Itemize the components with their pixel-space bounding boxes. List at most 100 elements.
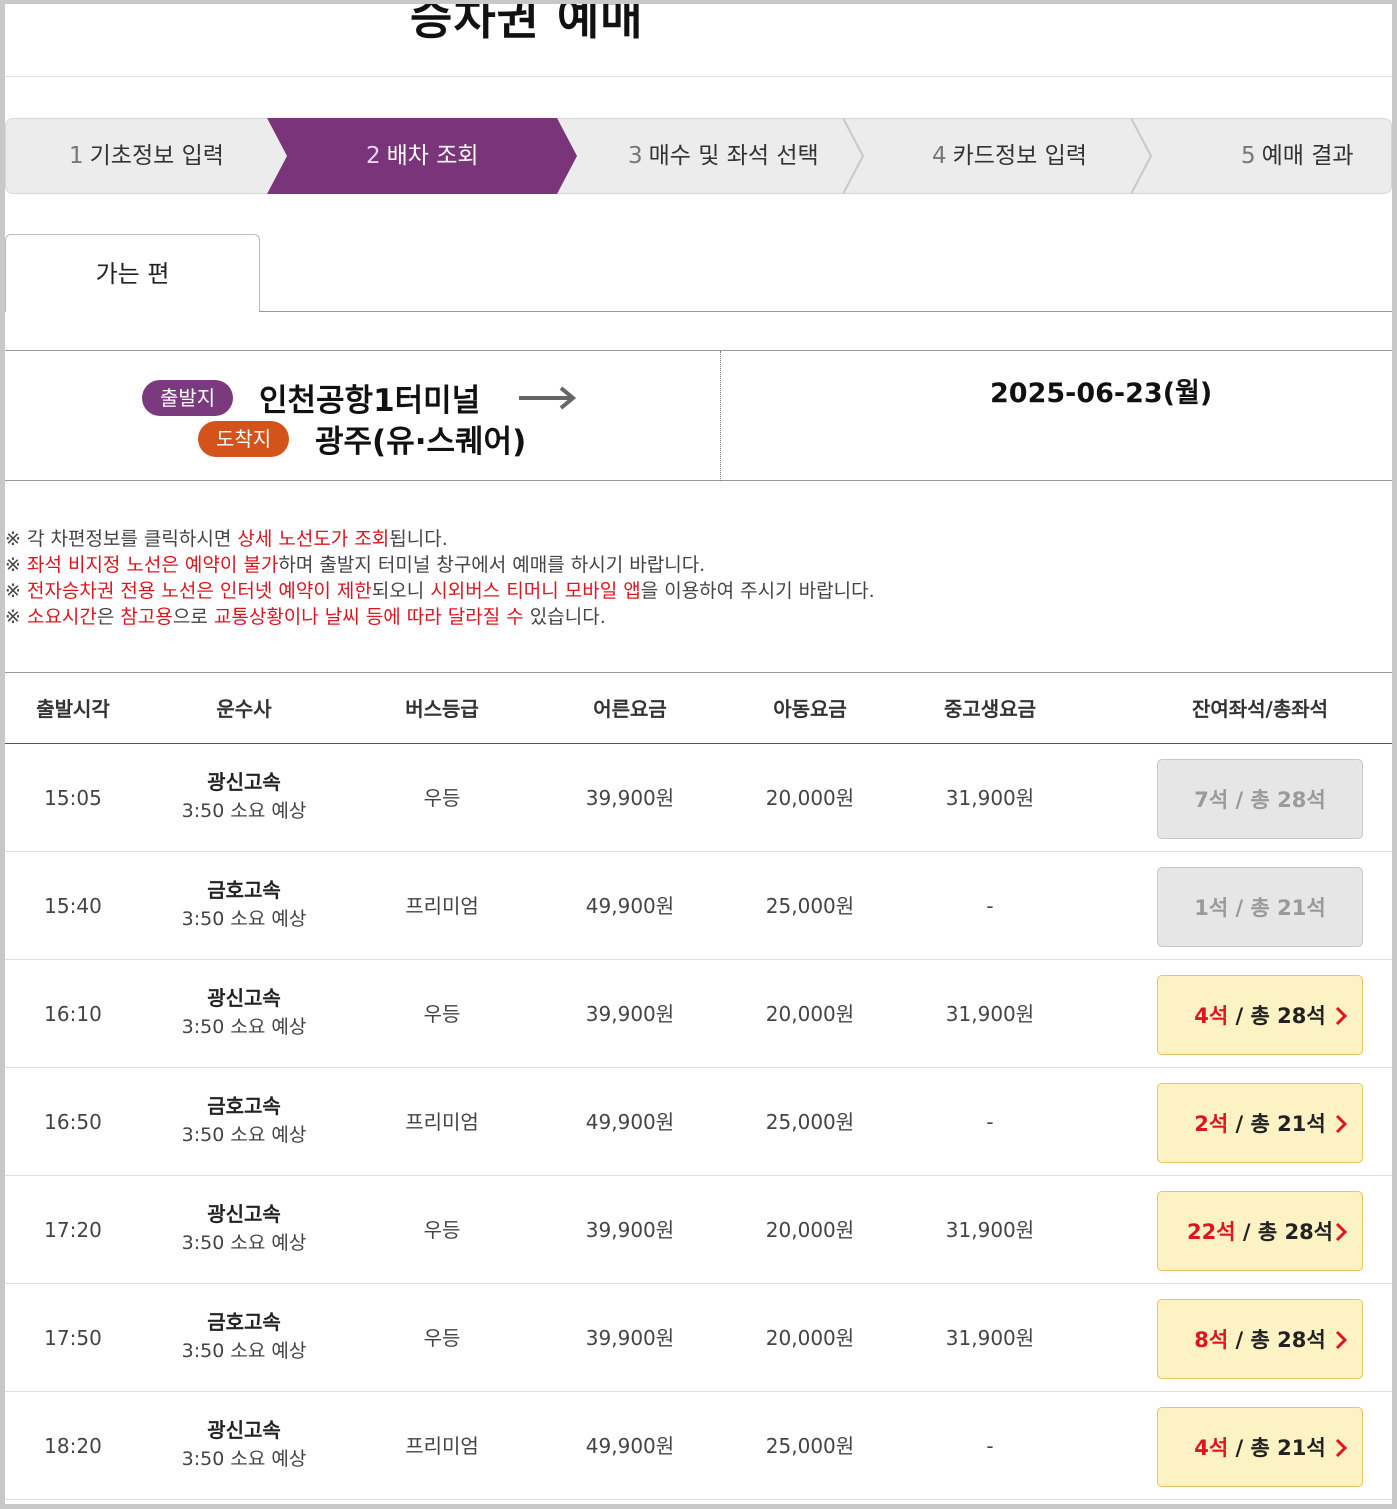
bus-company: 광신고속 3:50 소요 예상: [182, 984, 307, 1042]
company-name: 광신고속: [207, 1418, 281, 1442]
tab-outbound[interactable]: 가는 편: [5, 234, 260, 312]
remaining-seats: 4석: [1194, 1004, 1229, 1028]
select-seats-button[interactable]: 22석 / 총 28석: [1157, 1191, 1363, 1271]
notice-text: ※: [5, 580, 27, 602]
step-2-active: 2 배차 조회: [366, 143, 479, 169]
table-row[interactable]: 16:50 금호고속 3:50 소요 예상 프리미엄 49,900원 25,000원 - 2석…: [5, 1068, 1392, 1176]
bus-company: 금호고속 3:50 소요 예상: [182, 876, 307, 934]
route-divider: [720, 351, 721, 481]
child-fare: 20,000원: [765, 786, 855, 810]
bus-company: 금호고속 3:50 소요 예상: [182, 1308, 307, 1366]
notice-highlight: 시외버스 티머니 모바일 앱: [430, 580, 641, 602]
child-fare: 20,000원: [765, 1218, 855, 1242]
child-fare: 25,000원: [765, 894, 855, 918]
departure-time: 16:50: [44, 1110, 102, 1134]
total-seats: / 총 28석: [1228, 1004, 1326, 1028]
chevron-right-icon: [1335, 1330, 1348, 1350]
table-row[interactable]: 18:20 광신고속 3:50 소요 예상 프리미엄 49,900원 25,000원 - 4석…: [5, 1392, 1392, 1500]
header-adult-fare: 어른요금: [593, 697, 667, 721]
remaining-seats: 1석: [1194, 896, 1229, 920]
bus-company: 광신고속 3:50 소요 예상: [182, 1200, 307, 1258]
travel-duration: 3:50 소요 예상: [181, 908, 307, 930]
bus-grade: 프리미엄: [405, 1110, 479, 1134]
bus-company: 광신고속 3:50 소요 예상: [182, 768, 307, 826]
header-seats: 잔여좌석/총좌석: [1191, 697, 1329, 721]
student-fare: 31,900원: [945, 1002, 1035, 1026]
bus-grade: 프리미엄: [405, 1434, 479, 1458]
notice-line: ※ 좌석 비지정 노선은 예약이 불가하며 출발지 터미널 창구에서 예매를 하…: [5, 552, 875, 578]
bus-grade: 우등: [423, 1326, 461, 1350]
notice-text: ※: [5, 606, 27, 628]
seats-unavailable-button: 1석 / 총 21석: [1157, 867, 1363, 947]
table-row[interactable]: 17:20 광신고속 3:50 소요 예상 우등 39,900원 20,000원 31,90…: [5, 1176, 1392, 1284]
total-seats: / 총 21석: [1228, 896, 1326, 920]
header-departure-time: 출발시각: [36, 697, 110, 721]
adult-fare: 49,900원: [585, 894, 675, 918]
notice-text: 하며 출발지 터미널 창구에서 예매를 하시기 바랍니다.: [278, 554, 706, 576]
company-name: 금호고속: [207, 1094, 281, 1118]
step-progress: 1 기초정보 입력 2 배차 조회 3 매수 및 좌석 선택 4 카드정보 입력 5 예매…: [5, 118, 1392, 194]
child-fare: 20,000원: [765, 1002, 855, 1026]
select-seats-button[interactable]: 2석 / 총 21석: [1157, 1083, 1363, 1163]
page-frame: 승차권 예매 1 기초정보 입력 2 배차 조회 3 매수 및 좌석 선택 4 카드정보…: [5, 4, 1392, 1504]
route-summary: 출발지 인천공항1터미널 도착지 광주(유·스퀘어) 2025-06-23(월): [5, 350, 1392, 481]
notice-text: 으로: [172, 606, 214, 628]
step-separator: [842, 118, 865, 194]
step-3: 3 매수 및 좌석 선택: [628, 143, 819, 169]
travel-duration: 3:50 소요 예상: [181, 1232, 307, 1254]
travel-duration: 3:50 소요 예상: [181, 1448, 307, 1470]
table-header: 출발시각 운수사 버스등급 어른요금 아동요금 중고생요금 잔여좌석/총좌석: [5, 672, 1392, 744]
table-row[interactable]: 15:05 광신고속 3:50 소요 예상 우등 39,900원 20,000원 31,90…: [5, 744, 1392, 852]
remaining-seats: 7석: [1194, 788, 1229, 812]
select-seats-button[interactable]: 8석 / 총 28석: [1157, 1299, 1363, 1379]
chevron-right-icon: [1335, 1006, 1348, 1026]
remaining-seats: 2석: [1194, 1112, 1229, 1136]
child-fare: 20,000원: [765, 1326, 855, 1350]
bus-grade: 우등: [423, 1002, 461, 1026]
notice-text: 되오니: [371, 580, 431, 602]
departure-time: 16:10: [44, 1002, 102, 1026]
notice-line: ※ 각 차편정보를 클릭하시면 상세 노선도가 조회됩니다.: [5, 526, 875, 552]
chevron-right-icon: [1335, 1114, 1348, 1134]
remaining-seats: 4석: [1194, 1436, 1229, 1460]
select-seats-button[interactable]: 4석 / 총 28석: [1157, 975, 1363, 1055]
table-row[interactable]: 15:40 금호고속 3:50 소요 예상 프리미엄 49,900원 25,000원 - 1석…: [5, 852, 1392, 960]
step-5: 5 예매 결과: [1241, 143, 1354, 169]
total-seats: / 총 28석: [1228, 1328, 1326, 1352]
student-fare: 31,900원: [945, 1326, 1035, 1350]
departure-time: 17:20: [44, 1218, 102, 1242]
departure-time: 17:50: [44, 1326, 102, 1350]
table-row[interactable]: 17:50 금호고속 3:50 소요 예상 우등 39,900원 20,000원 31,90…: [5, 1284, 1392, 1392]
seats-unavailable-button: 7석 / 총 28석: [1157, 759, 1363, 839]
header-company: 운수사: [216, 697, 272, 721]
notice-highlight: 좌석 비지정 노선은 예약이 불가: [26, 554, 279, 576]
student-fare: -: [986, 1110, 994, 1134]
notice-text: ※: [5, 554, 27, 576]
table-row[interactable]: 16:10 광신고속 3:50 소요 예상 우등 39,900원 20,000원 31,90…: [5, 960, 1392, 1068]
title-divider: [5, 76, 1392, 77]
adult-fare: 39,900원: [585, 1218, 675, 1242]
notice-text: 됩니다.: [389, 528, 448, 550]
travel-duration: 3:50 소요 예상: [181, 1124, 307, 1146]
step-1: 1 기초정보 입력: [69, 143, 224, 169]
departure-time: 15:40: [44, 894, 102, 918]
header-bus-grade: 버스등급: [405, 697, 479, 721]
adult-fare: 49,900원: [585, 1110, 675, 1134]
notice-highlight: 소요시간: [26, 606, 97, 628]
page-title: 승차권 예매: [410, 4, 644, 45]
remaining-seats: 22석: [1186, 1220, 1236, 1244]
total-seats: / 총 28석: [1235, 1220, 1333, 1244]
student-fare: -: [986, 894, 994, 918]
select-seats-button[interactable]: 4석 / 총 21석: [1157, 1407, 1363, 1487]
total-seats: / 총 28석: [1228, 788, 1326, 812]
chevron-right-icon: [1335, 1222, 1348, 1242]
adult-fare: 39,900원: [585, 1002, 675, 1026]
child-fare: 25,000원: [765, 1434, 855, 1458]
company-name: 금호고속: [207, 878, 281, 902]
company-name: 광신고속: [207, 1202, 281, 1226]
adult-fare: 39,900원: [585, 1326, 675, 1350]
notice-highlight: 참고용: [120, 606, 173, 628]
arrival-badge: 도착지: [198, 421, 290, 457]
remaining-seats: 8석: [1194, 1328, 1229, 1352]
bus-grade: 우등: [423, 1218, 461, 1242]
